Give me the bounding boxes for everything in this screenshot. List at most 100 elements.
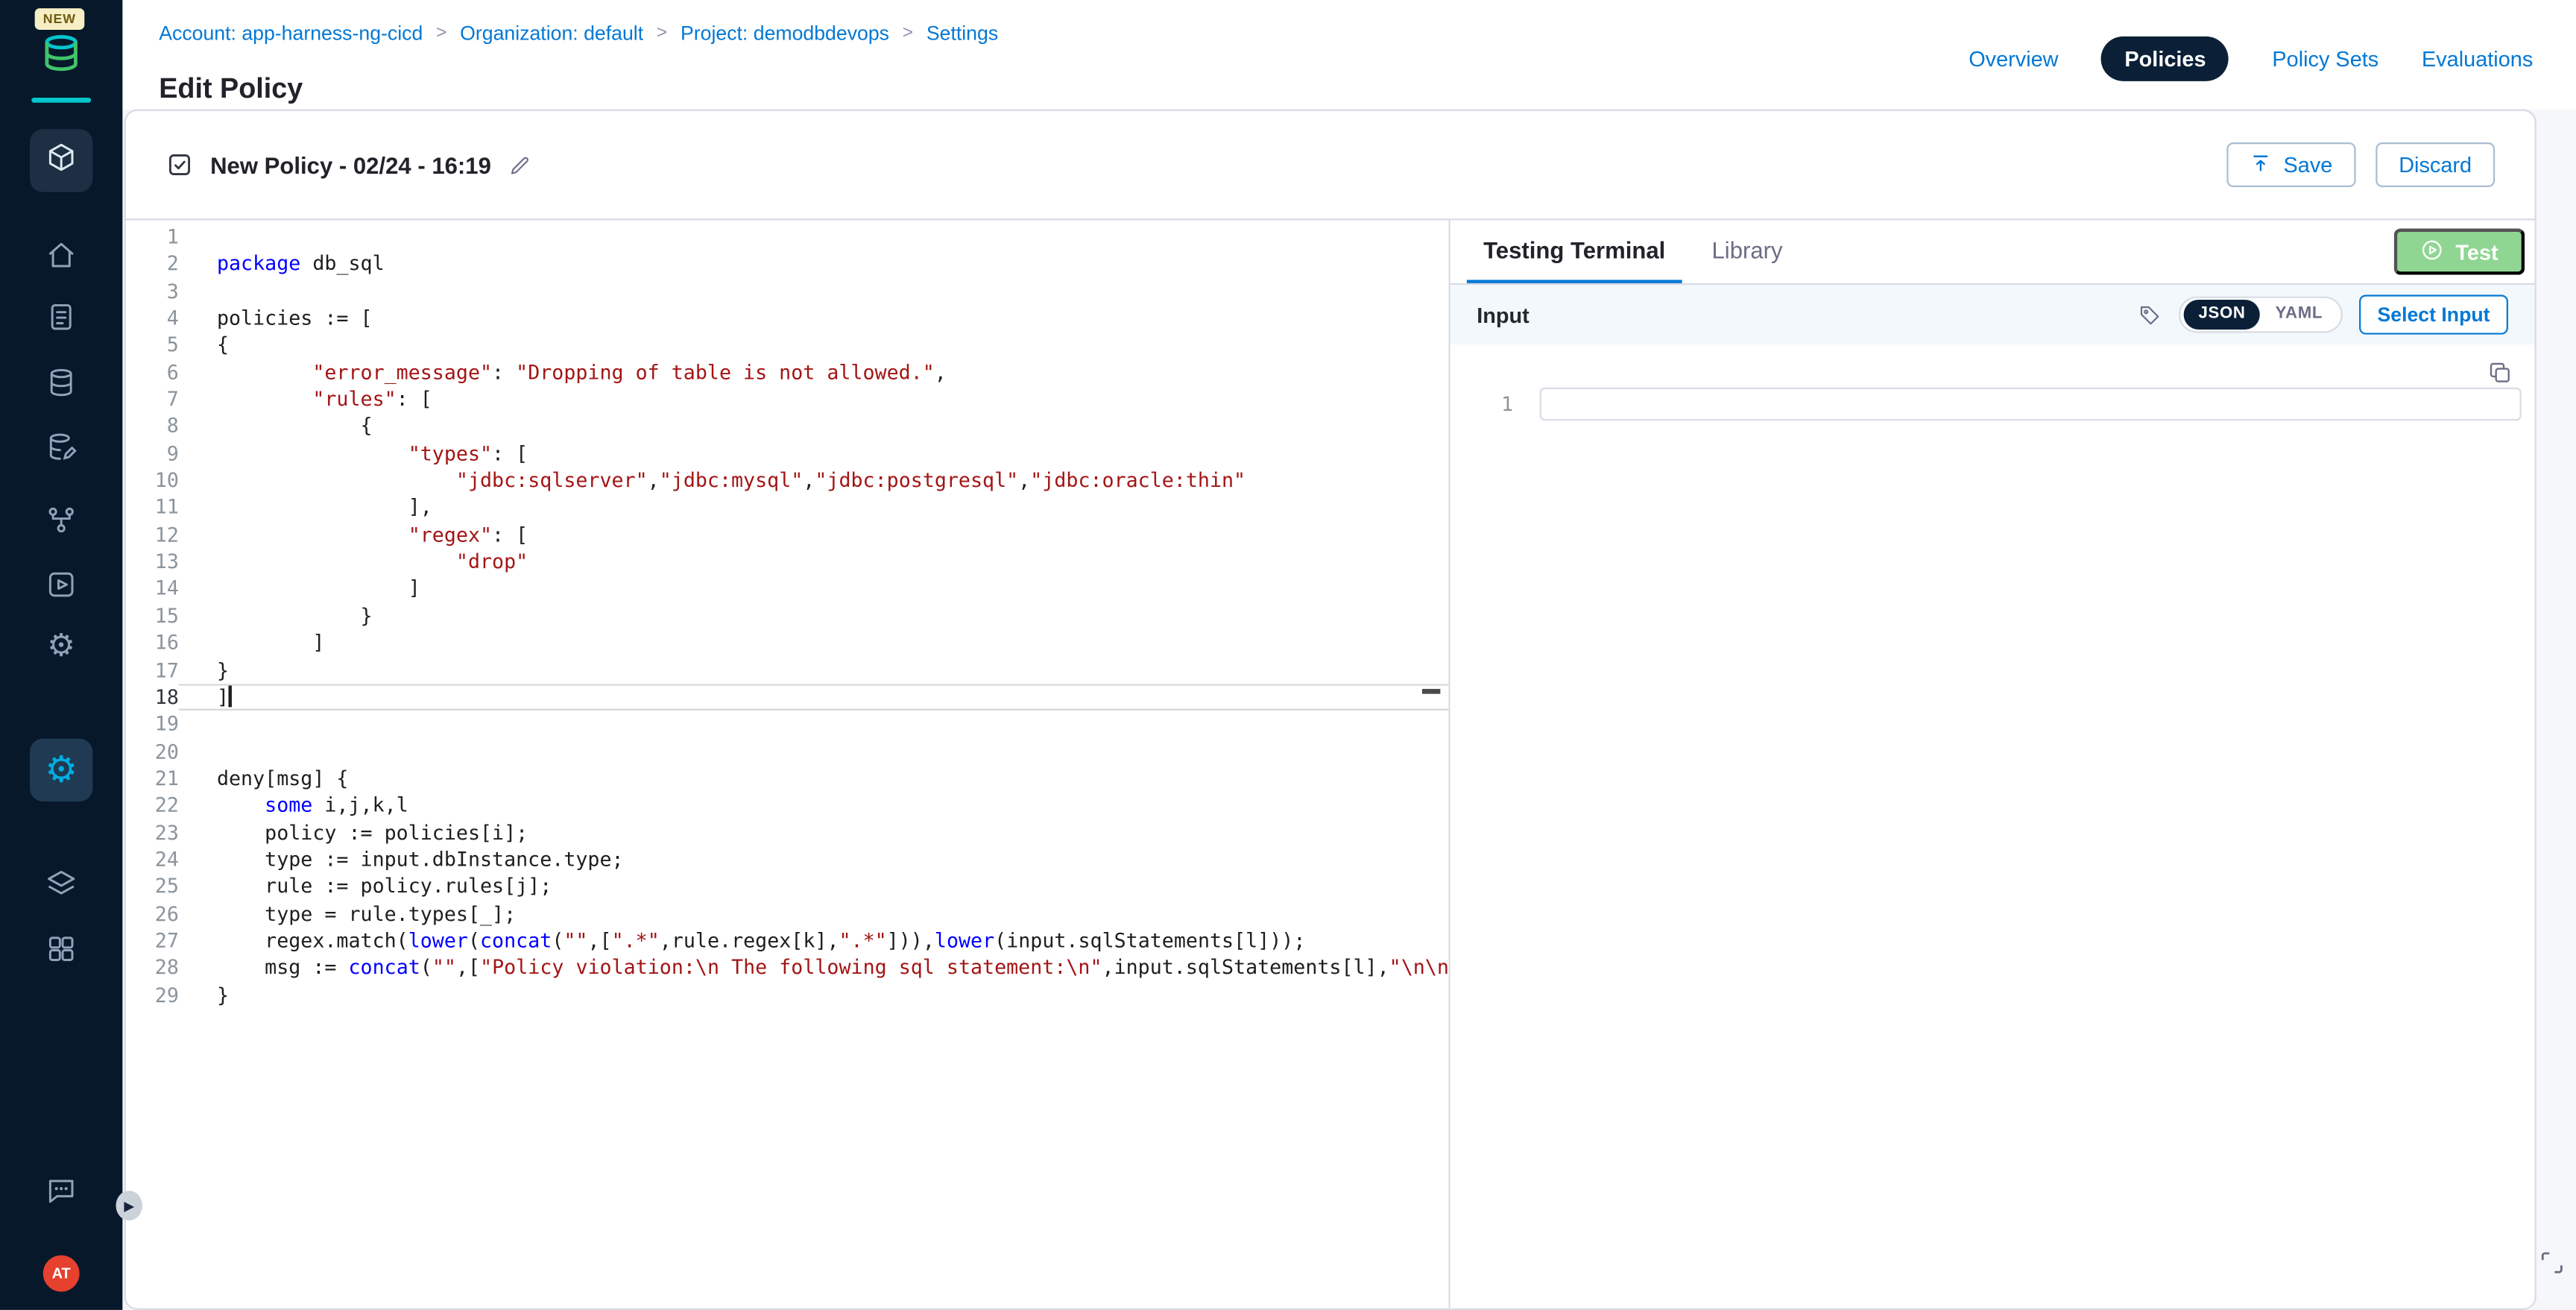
executions-play-icon[interactable] xyxy=(45,568,78,601)
code-line[interactable]: 2package db_sql xyxy=(126,251,1449,277)
copy-icon[interactable] xyxy=(2487,359,2513,386)
tab-testing-terminal[interactable]: Testing Terminal xyxy=(1467,220,1682,283)
code-line[interactable]: 7 "rules": [ xyxy=(126,386,1449,413)
save-button[interactable]: Save xyxy=(2227,142,2355,187)
select-input-button[interactable]: Select Input xyxy=(2359,295,2508,334)
tab-policies[interactable]: Policies xyxy=(2101,37,2229,81)
code-line[interactable]: 28 msg := concat("",["Policy violation:\… xyxy=(126,954,1449,981)
code-line[interactable]: 13 "drop" xyxy=(126,548,1449,575)
save-label: Save xyxy=(2284,152,2333,177)
tab-policy-sets[interactable]: Policy Sets xyxy=(2272,46,2378,71)
layers-icon[interactable] xyxy=(45,868,78,901)
input-bar: Input JSON YAML Select Input xyxy=(1450,285,2535,344)
user-avatar[interactable]: AT xyxy=(43,1256,80,1292)
home-icon[interactable] xyxy=(45,239,78,271)
help-chat-icon[interactable] xyxy=(45,1174,78,1207)
code-line[interactable]: 4policies := [ xyxy=(126,305,1449,332)
testing-panel: Testing Terminal Library Test xyxy=(1448,220,2534,1308)
tab-overview[interactable]: Overview xyxy=(1969,46,2058,71)
code-line[interactable]: 25 rule := policy.rules[j]; xyxy=(126,873,1449,900)
code-line[interactable]: 27 regex.match(lower(concat("",[".*",rul… xyxy=(126,928,1449,954)
code-line[interactable]: 5{ xyxy=(126,332,1449,359)
code-line[interactable]: 23 policy := policies[i]; xyxy=(126,819,1449,845)
app: NEW xyxy=(0,0,2576,1309)
code-line[interactable]: 29} xyxy=(126,981,1449,1008)
settings-icon-active[interactable]: ⚙ xyxy=(30,739,92,802)
test-input-field[interactable] xyxy=(1540,388,2522,421)
code-line[interactable]: 1 xyxy=(126,224,1449,251)
tab-evaluations[interactable]: Evaluations xyxy=(2422,46,2533,71)
policy-name: New Policy - 02/24 - 16:19 xyxy=(210,151,491,178)
code-line[interactable]: 16 ] xyxy=(126,629,1449,656)
breadcrumb-separator: > xyxy=(436,23,446,43)
top-nav-tabs: Overview Policies Policy Sets Evaluation… xyxy=(1969,37,2533,81)
hierarchy-icon[interactable] xyxy=(45,503,78,536)
code-line[interactable]: 6 "error_message": "Dropping of table is… xyxy=(126,359,1449,385)
breadcrumb-link-account[interactable]: Account: app-harness-ng-cicd xyxy=(159,22,423,45)
edit-policy-card: New Policy - 02/24 - 16:19 xyxy=(124,110,2536,1310)
discard-button[interactable]: Discard xyxy=(2375,142,2495,187)
sidebar-collapse-toggle[interactable]: ▶ xyxy=(116,1191,142,1221)
code-lines: 12package db_sql34policies := [5{6 "erro… xyxy=(126,224,1449,1009)
code-line[interactable]: 19 xyxy=(126,711,1449,737)
code-line[interactable]: 20 xyxy=(126,738,1449,765)
format-toggle: JSON YAML xyxy=(2179,297,2343,333)
test-button[interactable]: Test xyxy=(2394,229,2525,275)
logo-underline xyxy=(31,98,91,103)
code-line[interactable]: 11 ], xyxy=(126,494,1449,521)
code-line[interactable]: 24 type := input.dbInstance.type; xyxy=(126,846,1449,873)
resize-expand-icon[interactable] xyxy=(2538,1248,2566,1276)
toggle-json[interactable]: JSON xyxy=(2183,300,2260,330)
breadcrumb-link-project[interactable]: Project: demodbdevops xyxy=(681,22,889,45)
policy-check-icon xyxy=(165,151,194,179)
harness-logo-icon[interactable] xyxy=(40,31,83,75)
code-line[interactable]: 15 } xyxy=(126,602,1449,629)
header: Account: app-harness-ng-cicd > Organizat… xyxy=(122,0,2576,110)
policies-clipboard-icon[interactable] xyxy=(45,300,78,333)
input-line-number: 1 xyxy=(1483,392,1513,415)
code-line[interactable]: 8 { xyxy=(126,413,1449,440)
code-line[interactable]: 10 "jdbc:sqlserver","jdbc:mysql","jdbc:p… xyxy=(126,467,1449,494)
code-line[interactable]: 17} xyxy=(126,657,1449,684)
page-title: Edit Policy xyxy=(159,74,303,107)
modules-grid-icon[interactable] xyxy=(45,932,78,965)
sidebar: NEW xyxy=(0,0,122,1309)
breadcrumb: Account: app-harness-ng-cicd > Organizat… xyxy=(159,22,998,45)
code-line[interactable]: 12 "regex": [ xyxy=(126,521,1449,548)
code-line[interactable]: 9 "types": [ xyxy=(126,440,1449,467)
policy-toolbar: New Policy - 02/24 - 16:19 xyxy=(126,111,2535,221)
code-line[interactable]: 21deny[msg] { xyxy=(126,765,1449,792)
panel-tabs: Testing Terminal Library Test xyxy=(1450,220,2535,285)
breadcrumb-separator: > xyxy=(903,23,913,43)
cube-icon xyxy=(45,140,78,182)
toggle-yaml[interactable]: YAML xyxy=(2261,300,2338,330)
code-line[interactable]: 14 ] xyxy=(126,576,1449,602)
tag-icon[interactable] xyxy=(2137,302,2162,327)
breadcrumb-link-organization[interactable]: Organization: default xyxy=(460,22,643,45)
input-line-row: 1 xyxy=(1483,388,2522,421)
edit-name-pencil-icon[interactable] xyxy=(508,153,531,176)
settings-outline-icon[interactable]: ⚙ xyxy=(45,631,78,664)
input-editor-area: 1 xyxy=(1450,344,2535,1309)
upload-arrow-icon xyxy=(2250,151,2272,178)
breadcrumb-link-settings[interactable]: Settings xyxy=(926,22,998,45)
code-line[interactable]: 3 xyxy=(126,277,1449,304)
library-label: Library xyxy=(1712,237,1783,264)
test-label: Test xyxy=(2455,239,2498,264)
policy-code-editor[interactable]: 12package db_sql34policies := [5{6 "erro… xyxy=(126,220,1449,1308)
page: Account: app-harness-ng-cicd > Organizat… xyxy=(122,0,2576,1309)
input-label: Input xyxy=(1477,302,1530,327)
discard-label: Discard xyxy=(2399,152,2472,177)
play-circle-icon xyxy=(2421,238,2444,266)
tab-library[interactable]: Library xyxy=(1695,220,1799,283)
module-switcher[interactable] xyxy=(30,129,92,192)
database-icon[interactable] xyxy=(45,366,78,399)
code-line[interactable]: 22 some i,j,k,l xyxy=(126,792,1449,819)
scrollbar-cursor-marker xyxy=(1422,689,1440,694)
code-line[interactable]: 18] xyxy=(126,684,1449,711)
new-badge: NEW xyxy=(35,8,84,30)
breadcrumb-separator: > xyxy=(657,23,667,43)
gear-icon: ⚙ xyxy=(43,752,80,788)
code-line[interactable]: 26 type = rule.types[_]; xyxy=(126,900,1449,927)
database-edit-icon[interactable] xyxy=(45,430,78,463)
